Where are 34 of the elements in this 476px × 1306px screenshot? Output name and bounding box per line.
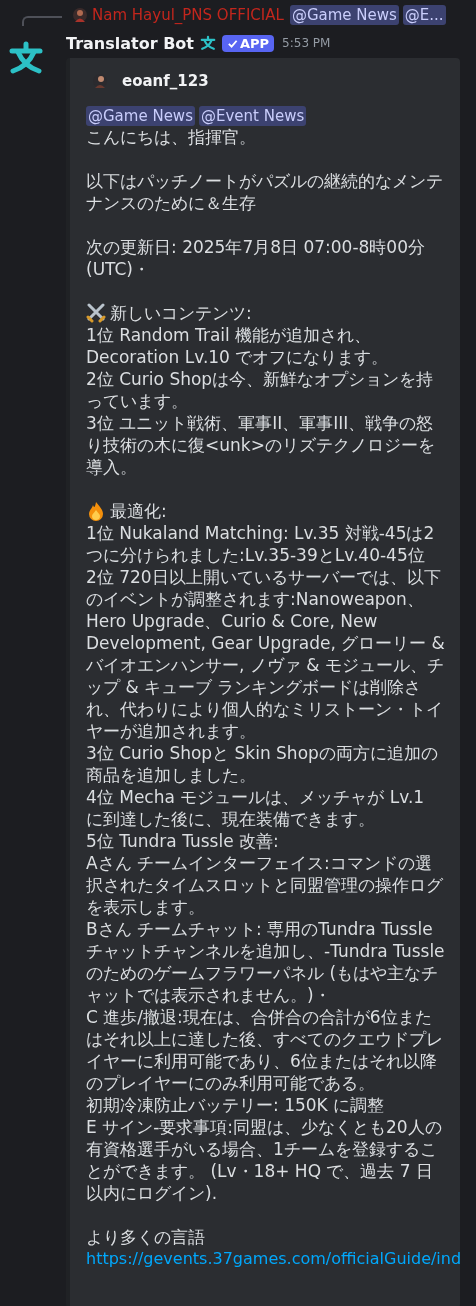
message-text: 4位 Mecha モジュールは、メッチャが Lv.1 に到達した後に、現在装備できます。 [86,786,426,830]
mention[interactable]: @Event News [198,106,307,126]
message-text: 3位 Curio Shopと Skin Shopの両方に追加の商品を追加しました。 [86,742,439,786]
message-text: Aさん チームインターフェイス:コマンドの選択されたタイムスロットと同盟管理の操作ログを表示します。 [86,852,444,918]
swords-icon [86,303,106,323]
bot-name[interactable]: Translator Bot [66,33,194,53]
message-text: 1位 Random Trail 機能が追加され、Decoration Lv.10 でオフになります。 [86,324,390,368]
user-avatar [72,7,88,23]
message-text: 1位 Nukaland Matching: Lv.35 対戦-45は2つに分けられました:Lv.35-39とLv.40-45位 [86,522,436,566]
message-text: 5位 Tundra Tussle 改善: [86,830,280,852]
fire-icon [86,501,106,521]
translate-icon [200,35,216,51]
message-text: 2位 Curio Shopは今、新鮮なオプションを持っています。 [86,368,435,412]
message-text: 2位 720日以上開いているサーバーでは、以下のイベントが調整されます:Nanoweapon、Hero Upgrade、Curio & Core, New Development, Gear Upgrade, グローリー & バイオエンハンサー, ノヴァ & モジュール、チップ & キューブ ランキングボードは削除され、代わりにより個人的なミリストーン・トイヤーが追加されます。 [86,566,446,742]
message-text: 以下はパッチノートがパズルの継続的なメンテナンスのために＆生存 [86,170,444,214]
mention[interactable]: @Game News [86,106,195,126]
guide-link[interactable]: https://gevents.37games.com/officialGuide/ind [86,1248,462,1270]
message-text: E サイン-要求事項:同盟は、少なくとも20人の有資格選手がいる場合、1チームを登録することができます。 (Lv・18+ HQ で、過去 7 日以内にログイン). [86,1116,443,1204]
message-text: 次の更新日: 2025年7月8日 07:00-8時00分 (UTC)・ [86,236,426,280]
reply-connector [22,16,62,26]
mention[interactable]: @E... [402,5,446,25]
embed-author: eoanf_123 [122,72,209,90]
section-heading: 新しいコンテンツ: [110,302,252,324]
app-badge: APP [222,34,275,52]
mention[interactable]: @Game News [289,5,399,25]
section-heading: 最適化: [110,500,167,522]
message-text: 初期冷凍防止バッテリー: 150K に調整 [86,1094,386,1116]
message-text: こんにちは、指揮官。 [86,126,257,148]
message-text: Bさん チームチャット: 専用のTundra Tussleチャットチャンネルを追加し、-Tundra Tussleのためのゲームフラワーパネル (もはや主なチャットでは表示されません。)・ [86,918,446,1006]
message-text: 3位 ユニット戦術、軍事II、軍事III、戦争の怒り技術の木に復<unk>のリズテクノロジーを導入。 [86,412,436,478]
message-text: C 進歩/撤退:現在は、合併合の合計が6位またはそれ以上に達した後、すべてのクエウドプレイヤーに利用可能であり、6位またはそれ以降のプレイヤーにのみ利用可能である。 [86,1006,444,1094]
translate-icon[interactable] [8,40,44,76]
timestamp: 5:53 PM [282,36,331,50]
message-text: より多くの言語 [86,1226,206,1248]
